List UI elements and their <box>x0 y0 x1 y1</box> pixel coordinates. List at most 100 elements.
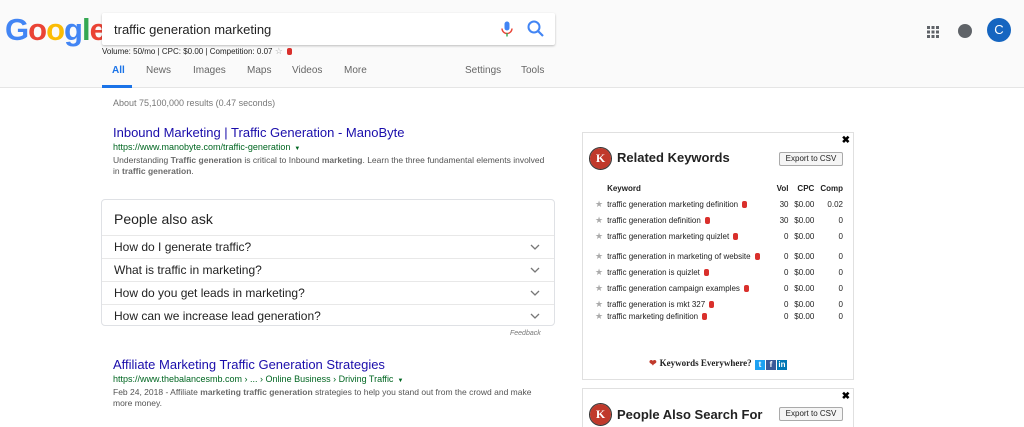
tab-more[interactable]: More <box>344 64 367 78</box>
database-icon[interactable] <box>287 48 293 55</box>
database-icon[interactable] <box>733 232 739 240</box>
table-row: ★ traffic marketing definition 0 $0.00 0 <box>593 310 845 322</box>
export-csv-button[interactable]: Export to CSV <box>779 152 843 166</box>
star-icon[interactable]: ☆ <box>275 46 283 56</box>
cpc-cell: $0.00 <box>794 215 815 225</box>
keyword-cell[interactable]: traffic marketing definition <box>605 310 773 322</box>
star-icon[interactable]: ★ <box>593 246 605 266</box>
star-icon[interactable]: ★ <box>593 214 605 226</box>
footer-text[interactable]: Keywords Everywhere? <box>660 358 752 368</box>
search-box[interactable] <box>102 13 555 45</box>
database-icon[interactable] <box>705 216 711 224</box>
paa-question[interactable]: What is traffic in marketing? <box>102 258 554 281</box>
database-icon[interactable] <box>744 284 750 292</box>
keywords-everywhere-logo-icon: K <box>589 147 612 170</box>
database-icon[interactable] <box>754 252 760 260</box>
keyword-cell[interactable]: traffic generation is quizlet <box>605 266 773 278</box>
vol-cell: 0 <box>784 231 789 241</box>
star-icon[interactable]: ★ <box>593 194 605 214</box>
star-icon[interactable]: ★ <box>593 298 605 310</box>
tab-settings[interactable]: Settings <box>465 64 501 78</box>
result-title-link[interactable]: Affiliate Marketing Traffic Generation S… <box>113 357 553 373</box>
close-icon[interactable]: ✖ <box>842 135 850 146</box>
tab-news[interactable]: News <box>146 64 171 78</box>
keyword-cell[interactable]: traffic generation is mkt 327 <box>605 298 773 310</box>
paa-question-text: How do I generate traffic? <box>114 240 252 254</box>
cpc-cell: $0.00 <box>794 267 815 277</box>
database-icon[interactable] <box>702 312 708 320</box>
paa-question[interactable]: How do I generate traffic? <box>102 235 554 258</box>
tab-tools[interactable]: Tools <box>521 64 544 78</box>
vol-cell: 30 <box>779 215 789 225</box>
feedback-link[interactable]: Feedback <box>510 330 541 337</box>
keyword-metrics-line: Volume: 50/mo | CPC: $0.00 | Competition… <box>102 46 293 57</box>
snippet-bold: Traffic generation <box>170 155 242 165</box>
active-tab-indicator <box>102 85 132 88</box>
snippet-bold: marketing <box>321 155 363 165</box>
table-row: ★ traffic generation in marketing of webs… <box>593 246 845 266</box>
database-icon[interactable] <box>709 300 715 308</box>
paa-question[interactable]: How can we increase lead generation? <box>102 304 554 327</box>
heart-icon: ❤ <box>649 358 657 368</box>
tab-images[interactable]: Images <box>193 64 226 78</box>
cpc-cell: $0.00 <box>794 199 815 209</box>
search-icon[interactable] <box>526 19 546 39</box>
logo-letter: g <box>64 12 83 47</box>
logo-letter: G <box>5 12 29 47</box>
linkedin-icon[interactable]: in <box>776 360 787 370</box>
table-row: ★ traffic generation is mkt 327 0 $0.00 0 <box>593 298 845 310</box>
google-logo[interactable]: Google <box>5 12 107 48</box>
cpc-cell: $0.00 <box>794 231 815 241</box>
tab-maps[interactable]: Maps <box>247 64 271 78</box>
keyword-cell[interactable]: traffic generation marketing quizlet <box>605 226 773 246</box>
caret-down-icon[interactable]: ▼ <box>397 378 403 384</box>
star-icon[interactable]: ★ <box>593 266 605 278</box>
cpc-cell: $0.00 <box>794 299 815 309</box>
snippet-bold: traffic generation <box>121 166 192 176</box>
database-icon[interactable] <box>742 200 748 208</box>
microphone-icon[interactable] <box>498 20 516 38</box>
database-icon[interactable] <box>704 268 710 276</box>
keyword-cell[interactable]: traffic generation definition <box>605 214 773 226</box>
close-icon[interactable]: ✖ <box>842 391 850 402</box>
avatar[interactable]: C <box>987 18 1011 42</box>
tab-videos[interactable]: Videos <box>292 64 322 78</box>
chevron-down-icon <box>530 267 540 273</box>
related-keywords-table: Keyword Vol CPC Comp ★ traffic generation… <box>593 182 845 322</box>
caret-down-icon[interactable]: ▼ <box>294 146 300 152</box>
result-title-link[interactable]: Inbound Marketing | Traffic Generation -… <box>113 125 553 141</box>
notifications-icon[interactable] <box>958 24 972 38</box>
comp-cell: 0 <box>838 311 843 321</box>
search-input[interactable] <box>114 13 484 45</box>
paa-question[interactable]: How do you get leads in marketing? <box>102 281 554 304</box>
facebook-icon[interactable]: f <box>765 360 776 370</box>
vol-cell: 0 <box>784 267 789 277</box>
logo-letter: o <box>28 12 47 47</box>
apps-grid-icon[interactable] <box>926 25 940 39</box>
star-icon[interactable]: ★ <box>593 310 605 322</box>
snippet-bold: marketing traffic generation <box>200 387 313 397</box>
table-header-row: Keyword Vol CPC Comp <box>593 182 845 194</box>
keyword-metrics-text: Volume: 50/mo | CPC: $0.00 | Competition… <box>102 47 273 56</box>
keyword-text: traffic generation marketing definition <box>607 199 739 209</box>
snippet-text: Understanding <box>113 155 171 165</box>
comp-cell: 0.02 <box>827 199 843 209</box>
result-url: https://www.thebalancesmb.com › ... › On… <box>113 373 553 387</box>
vol-cell: 0 <box>784 251 789 261</box>
keyword-cell[interactable]: traffic generation marketing definition <box>605 194 773 214</box>
tab-all[interactable]: All <box>112 64 125 78</box>
export-csv-button[interactable]: Export to CSV <box>779 407 843 421</box>
keyword-cell[interactable]: traffic generation in marketing of websi… <box>605 246 773 266</box>
keyword-text: traffic generation in marketing of websi… <box>607 251 751 261</box>
star-icon[interactable]: ★ <box>593 278 605 298</box>
table-row: ★ traffic generation marketing quizlet 0 $… <box>593 226 845 246</box>
keyword-cell[interactable]: traffic generation campaign examples <box>605 278 773 298</box>
vol-cell: 0 <box>784 311 789 321</box>
top-bar: Google Volume: 50/mo | CPC: $0.00 | Comp… <box>0 0 1024 88</box>
logo-letter: l <box>81 12 91 47</box>
people-also-ask: People also ask How do I generate traffi… <box>101 199 555 326</box>
twitter-icon[interactable]: t <box>754 360 765 370</box>
star-icon[interactable]: ★ <box>593 226 605 246</box>
paa-question-text: How can we increase lead generation? <box>114 309 321 323</box>
chevron-down-icon <box>530 244 540 250</box>
